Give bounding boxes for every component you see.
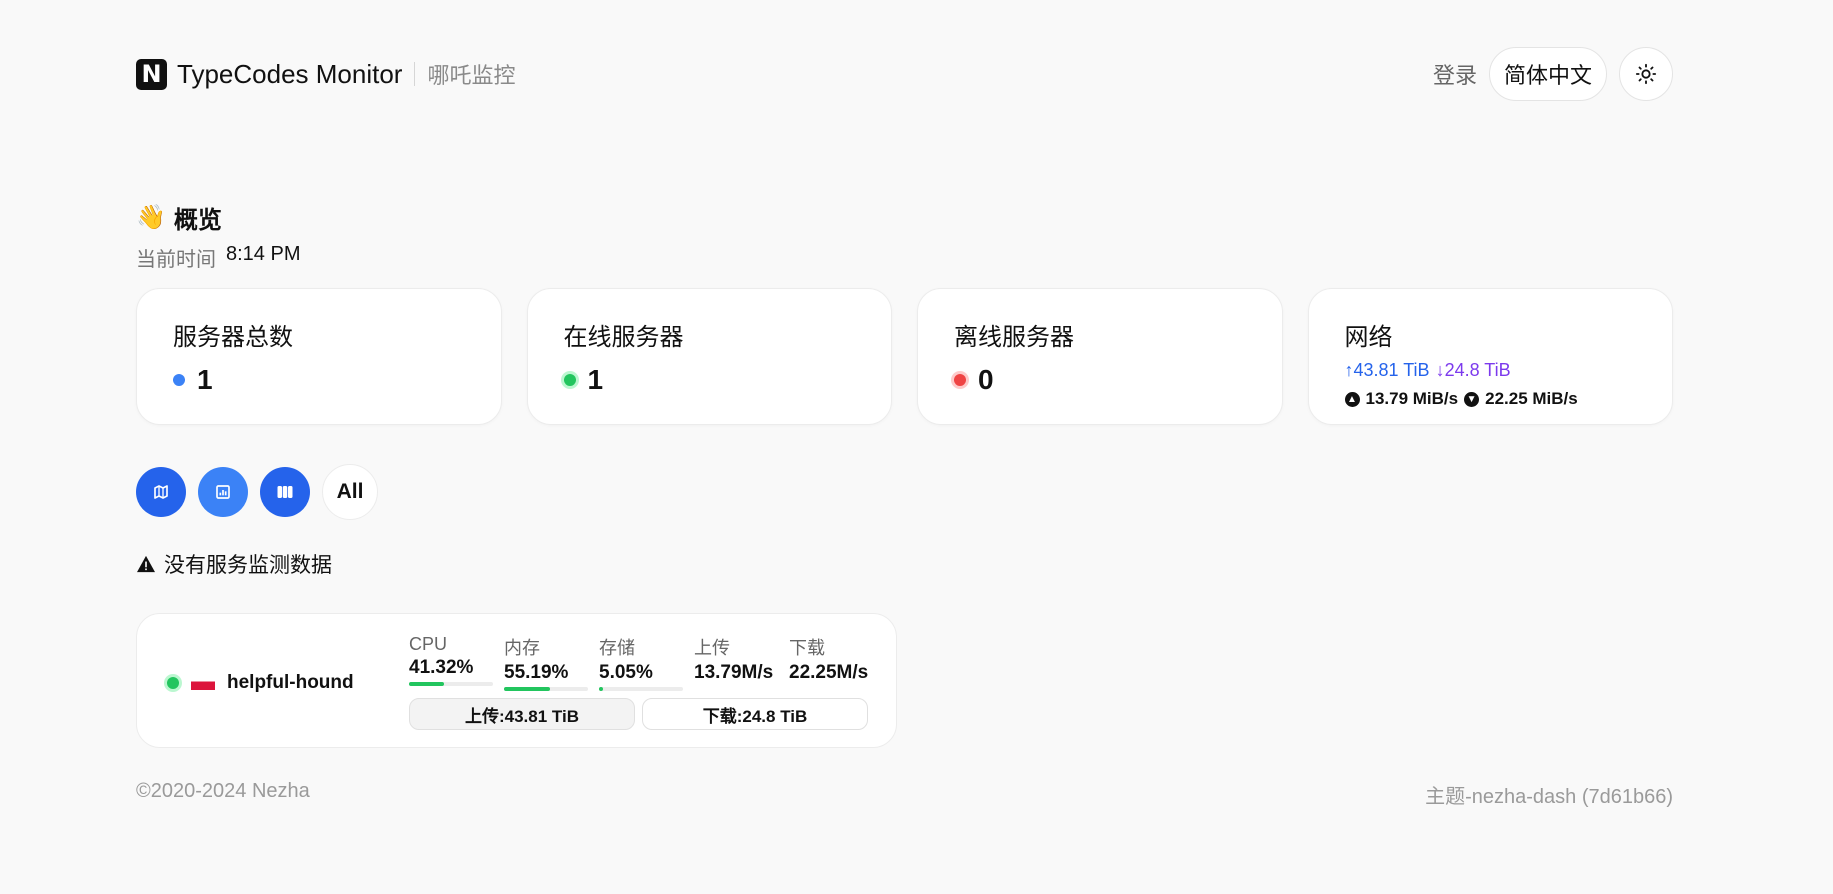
header: N TypeCodes Monitor 哪吒监控 登录 简体中文 <box>136 47 1673 101</box>
site-subtitle: 哪吒监控 <box>427 63 516 88</box>
card-title: 离线服务器 <box>954 324 1074 351</box>
map-icon <box>154 485 168 499</box>
online-status-dot <box>167 677 179 689</box>
site-title: TypeCodes Monitor <box>177 58 403 89</box>
count-value: 1 <box>587 364 604 395</box>
no-service-warning: 没有服务监测数据 <box>136 549 1673 579</box>
download-speed: 22.25 MiB/s <box>1485 389 1578 408</box>
upload-total-badge: 上传:43.81 TiB <box>409 698 635 730</box>
status-dot <box>173 374 185 386</box>
download-total: ↓24.8 TiB <box>1435 360 1511 380</box>
logo: N <box>136 58 167 90</box>
copyright-text: ©2020-2024 Nezha <box>136 780 310 802</box>
theme-toggle-button[interactable] <box>1619 47 1673 101</box>
status-dot <box>954 374 966 386</box>
wave-icon: 👋 <box>136 204 166 231</box>
brand[interactable]: N TypeCodes Monitor 哪吒监控 <box>136 58 515 90</box>
server-identity: helpful-hound <box>167 672 354 694</box>
metric-value: 13.79M/s <box>694 662 774 683</box>
server-name: helpful-hound <box>227 672 354 693</box>
storage-metric: 存储 5.05% <box>599 634 694 691</box>
metric-value: 55.19% <box>504 662 569 683</box>
metric-value: 41.32% <box>409 657 474 678</box>
warning-text: 没有服务监测数据 <box>164 554 332 577</box>
overview-heading: 👋 概览 <box>136 200 1673 235</box>
upload-speed: 13.79 MiB/s <box>1365 389 1459 408</box>
card-count: 1 <box>563 364 856 396</box>
metric-value: 5.05% <box>599 662 653 683</box>
language-button[interactable]: 简体中文 <box>1488 47 1607 101</box>
current-time: 当前时间 8:14 PM <box>136 243 1673 272</box>
memory-bar-fill <box>504 687 551 691</box>
columns-icon <box>277 486 293 498</box>
status-dot <box>563 374 576 386</box>
filter-all-button[interactable]: All <box>322 464 378 520</box>
network-totals: ↑43.81 TiB ↓24.8 TiB <box>1345 360 1637 381</box>
header-actions: 登录 简体中文 <box>1433 47 1673 101</box>
count-value: 1 <box>197 364 213 395</box>
current-time-value: 8:14 PM <box>226 243 301 265</box>
metric-label: 上传 <box>694 638 730 658</box>
current-time-label: 当前时间 <box>136 249 216 271</box>
footer: ©2020-2024 Nezha 主题-nezha-dash (7d61b66) <box>136 780 1673 809</box>
count-value: 0 <box>978 364 994 395</box>
warning-icon <box>137 555 155 573</box>
card-count: 1 <box>173 364 465 396</box>
grid-view-button[interactable] <box>260 467 310 517</box>
theme-version-text: 主题-nezha-dash (7d61b66) <box>1425 786 1673 808</box>
map-view-button[interactable] <box>136 467 186 517</box>
upload-total: ↑43.81 TiB <box>1344 360 1430 380</box>
cpu-bar <box>409 682 493 686</box>
online-servers-card[interactable]: 在线服务器 1 <box>526 288 892 425</box>
arrow-down-circle-icon: ▼ <box>1464 391 1480 407</box>
cpu-metric: CPU 41.32% <box>409 634 504 691</box>
card-title: 在线服务器 <box>563 324 684 351</box>
card-count: 0 <box>954 364 1246 396</box>
network-card: 网络 ↑43.81 TiB ↓24.8 TiB ▲ 13.79 MiB/s ▼ … <box>1307 288 1673 425</box>
sun-icon <box>1635 63 1657 85</box>
offline-servers-card[interactable]: 离线服务器 0 <box>917 288 1283 425</box>
poland-flag-icon <box>191 676 215 690</box>
storage-bar-fill <box>599 687 604 691</box>
chart-view-button[interactable] <box>198 467 248 517</box>
overview-section: 👋 概览 当前时间 8:14 PM <box>136 200 1673 272</box>
arrow-up-circle-icon: ▲ <box>1344 391 1360 407</box>
stat-cards: 服务器总数 1 在线服务器 1 离线服务器 0 网络 ↑43.81 TiB ↓2… <box>136 288 1673 425</box>
server-card[interactable]: helpful-hound CPU 41.32% 内存 55.19% 存储 5.… <box>136 613 897 748</box>
server-metrics: CPU 41.32% 内存 55.19% 存储 5.05% 上传 13.79M/… <box>409 634 884 691</box>
total-servers-card[interactable]: 服务器总数 1 <box>136 288 502 425</box>
memory-bar <box>504 687 588 691</box>
storage-bar <box>599 687 683 691</box>
metric-label: 内存 <box>504 638 540 658</box>
network-speed: ▲ 13.79 MiB/s ▼ 22.25 MiB/s <box>1344 389 1637 409</box>
memory-metric: 内存 55.19% <box>504 634 599 691</box>
server-traffic: 上传:43.81 TiB 下载:24.8 TiB <box>409 698 868 730</box>
chart-icon <box>216 485 230 499</box>
title-divider <box>414 62 416 86</box>
metric-label: 下载 <box>789 638 825 658</box>
overview-title: 概览 <box>173 207 222 234</box>
metric-label: CPU <box>409 634 448 654</box>
card-title: 服务器总数 <box>173 324 293 351</box>
download-total-badge: 下载:24.8 TiB <box>642 698 868 730</box>
metric-label: 存储 <box>599 638 635 658</box>
cpu-bar-fill <box>409 682 444 686</box>
card-title: 网络 <box>1344 324 1393 351</box>
view-filters: All <box>136 464 1673 520</box>
upload-metric: 上传 13.79M/s <box>694 634 789 691</box>
metric-value: 22.25M/s <box>789 662 869 683</box>
login-link[interactable]: 登录 <box>1433 58 1477 90</box>
download-metric: 下载 22.25M/s <box>789 634 884 691</box>
